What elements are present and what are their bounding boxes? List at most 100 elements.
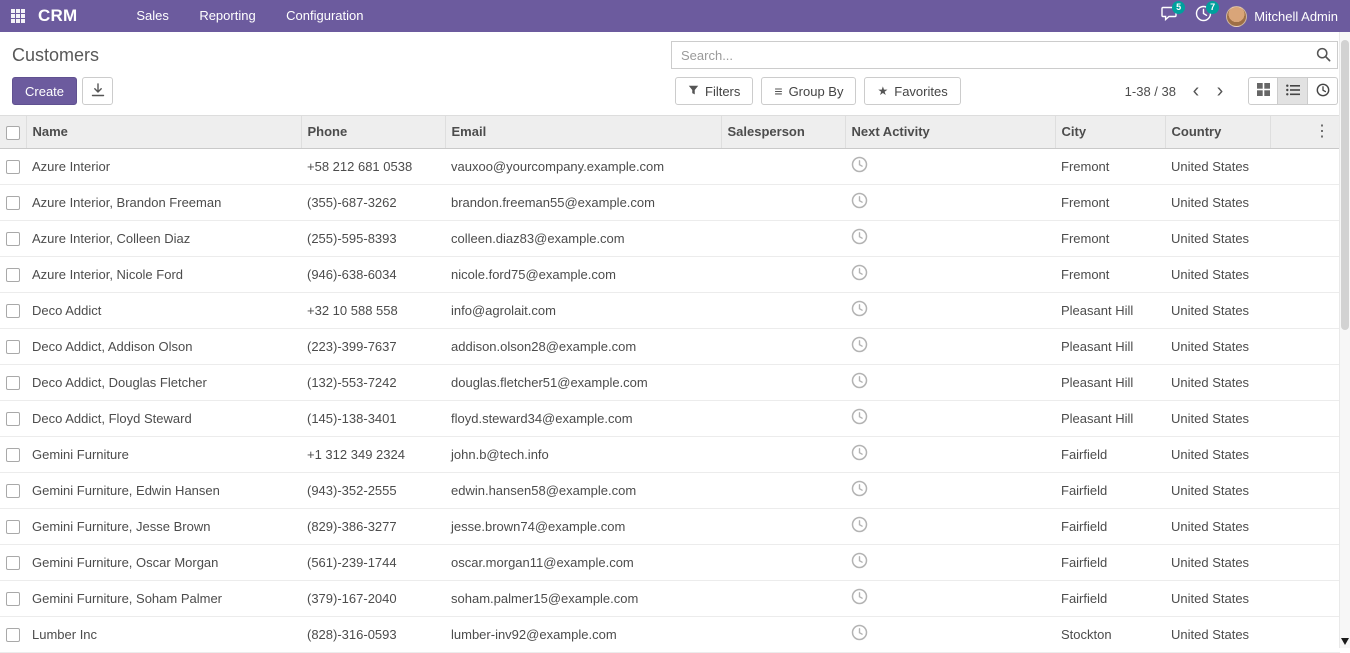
cell-filler bbox=[1270, 544, 1340, 580]
activities-button[interactable]: 7 bbox=[1190, 4, 1216, 28]
pager-previous-button[interactable]: ‹ bbox=[1184, 81, 1208, 101]
kanban-view-button[interactable] bbox=[1248, 77, 1278, 105]
table-row[interactable]: Deco Addict, Douglas Fletcher (132)-553-… bbox=[0, 364, 1340, 400]
activity-clock-icon[interactable] bbox=[851, 372, 868, 389]
scrollbar-thumb[interactable] bbox=[1341, 40, 1349, 330]
column-header-phone[interactable]: Phone bbox=[301, 116, 445, 148]
cell-next-activity bbox=[845, 616, 1055, 652]
optional-columns-toggle[interactable]: ⋮ bbox=[1310, 119, 1334, 145]
group-by-button[interactable]: ≡ Group By bbox=[761, 77, 856, 105]
column-header-email[interactable]: Email bbox=[445, 116, 721, 148]
activity-clock-icon[interactable] bbox=[851, 264, 868, 281]
cell-salesperson bbox=[721, 400, 845, 436]
table-row[interactable]: Deco Addict, Addison Olson (223)-399-763… bbox=[0, 328, 1340, 364]
scrollbar-down-arrow[interactable] bbox=[1341, 638, 1349, 645]
table-row[interactable]: Deco Addict +32 10 588 558 info@agrolait… bbox=[0, 292, 1340, 328]
cell-email: jesse.brown74@example.com bbox=[445, 508, 721, 544]
search-icon[interactable] bbox=[1316, 47, 1331, 67]
export-button[interactable] bbox=[82, 77, 113, 105]
user-menu[interactable]: Mitchell Admin bbox=[1224, 6, 1340, 27]
activity-clock-icon[interactable] bbox=[851, 228, 868, 245]
column-header-name[interactable]: Name bbox=[26, 116, 301, 148]
list-view-button[interactable] bbox=[1278, 77, 1308, 105]
table-row[interactable]: Gemini Furniture, Edwin Hansen (943)-352… bbox=[0, 472, 1340, 508]
activity-clock-icon[interactable] bbox=[851, 588, 868, 605]
favorites-button[interactable]: ★ Favorites bbox=[864, 77, 960, 105]
menu-reporting[interactable]: Reporting bbox=[186, 0, 268, 32]
table-row[interactable]: Gemini Furniture, Soham Palmer (379)-167… bbox=[0, 580, 1340, 616]
row-checkbox[interactable] bbox=[6, 160, 20, 174]
cell-city: Fairfield bbox=[1055, 472, 1165, 508]
row-checkbox[interactable] bbox=[6, 196, 20, 210]
column-header-country[interactable]: Country bbox=[1165, 116, 1270, 148]
customer-rows: Azure Interior +58 212 681 0538 vauxoo@y… bbox=[0, 148, 1340, 652]
table-row[interactable]: Azure Interior, Colleen Diaz (255)-595-8… bbox=[0, 220, 1340, 256]
table-row[interactable]: Azure Interior, Nicole Ford (946)-638-60… bbox=[0, 256, 1340, 292]
table-row[interactable]: Gemini Furniture, Jesse Brown (829)-386-… bbox=[0, 508, 1340, 544]
row-checkbox[interactable] bbox=[6, 232, 20, 246]
activity-view-button[interactable] bbox=[1308, 77, 1338, 105]
cell-name: Azure Interior, Nicole Ford bbox=[26, 256, 301, 292]
row-checkbox[interactable] bbox=[6, 268, 20, 282]
create-button[interactable]: Create bbox=[12, 77, 77, 105]
activity-clock-icon[interactable] bbox=[851, 516, 868, 533]
cell-phone: (379)-167-2040 bbox=[301, 580, 445, 616]
activity-clock-icon[interactable] bbox=[851, 624, 868, 641]
cell-filler bbox=[1270, 256, 1340, 292]
customer-list: Name Phone Email Salesperson Next Activi… bbox=[0, 115, 1350, 653]
messages-button[interactable]: 5 bbox=[1156, 4, 1182, 28]
cell-name: Gemini Furniture, Jesse Brown bbox=[26, 508, 301, 544]
table-row[interactable]: Gemini Furniture, Oscar Morgan (561)-239… bbox=[0, 544, 1340, 580]
activity-clock-icon[interactable] bbox=[851, 480, 868, 497]
search-options: Filters ≡ Group By ★ Favorites bbox=[675, 77, 961, 105]
activity-clock-icon[interactable] bbox=[851, 552, 868, 569]
table-row[interactable]: Lumber Inc (828)-316-0593 lumber-inv92@e… bbox=[0, 616, 1340, 652]
cell-phone: (255)-595-8393 bbox=[301, 220, 445, 256]
table-row[interactable]: Deco Addict, Floyd Steward (145)-138-340… bbox=[0, 400, 1340, 436]
row-checkbox[interactable] bbox=[6, 412, 20, 426]
row-checkbox[interactable] bbox=[6, 628, 20, 642]
table-row[interactable]: Azure Interior +58 212 681 0538 vauxoo@y… bbox=[0, 148, 1340, 184]
column-header-salesperson[interactable]: Salesperson bbox=[721, 116, 845, 148]
activity-clock-icon[interactable] bbox=[851, 336, 868, 353]
row-checkbox[interactable] bbox=[6, 448, 20, 462]
menu-configuration[interactable]: Configuration bbox=[273, 0, 376, 32]
pager-next-button[interactable]: › bbox=[1208, 81, 1232, 101]
cell-filler bbox=[1270, 580, 1340, 616]
cell-country: United States bbox=[1165, 616, 1270, 652]
row-checkbox[interactable] bbox=[6, 592, 20, 606]
cell-next-activity bbox=[845, 436, 1055, 472]
menu-sales[interactable]: Sales bbox=[123, 0, 182, 32]
cell-salesperson bbox=[721, 328, 845, 364]
row-checkbox[interactable] bbox=[6, 520, 20, 534]
filters-button[interactable]: Filters bbox=[675, 77, 753, 105]
search-input[interactable] bbox=[671, 41, 1338, 69]
activity-clock-icon[interactable] bbox=[851, 192, 868, 209]
column-header-city[interactable]: City bbox=[1055, 116, 1165, 148]
cell-phone: +32 10 588 558 bbox=[301, 292, 445, 328]
activity-clock-icon[interactable] bbox=[851, 408, 868, 425]
activity-clock-icon[interactable] bbox=[851, 156, 868, 173]
cell-next-activity bbox=[845, 220, 1055, 256]
app-name[interactable]: CRM bbox=[38, 6, 77, 26]
row-checkbox[interactable] bbox=[6, 556, 20, 570]
row-checkbox[interactable] bbox=[6, 484, 20, 498]
cell-salesperson bbox=[721, 436, 845, 472]
activity-clock-icon[interactable] bbox=[851, 300, 868, 317]
row-checkbox[interactable] bbox=[6, 304, 20, 318]
table-row[interactable]: Azure Interior, Brandon Freeman (355)-68… bbox=[0, 184, 1340, 220]
cell-next-activity bbox=[845, 256, 1055, 292]
activity-clock-icon[interactable] bbox=[851, 444, 868, 461]
apps-menu-icon[interactable] bbox=[11, 9, 26, 24]
table-row[interactable]: Gemini Furniture +1 312 349 2324 john.b@… bbox=[0, 436, 1340, 472]
messages-badge: 5 bbox=[1172, 1, 1185, 14]
cell-email: colleen.diaz83@example.com bbox=[445, 220, 721, 256]
group-by-label: Group By bbox=[789, 84, 844, 99]
cell-next-activity bbox=[845, 184, 1055, 220]
select-all-checkbox[interactable] bbox=[6, 126, 20, 140]
cell-filler bbox=[1270, 508, 1340, 544]
row-checkbox[interactable] bbox=[6, 340, 20, 354]
column-header-next-activity[interactable]: Next Activity bbox=[845, 116, 1055, 148]
vertical-scrollbar[interactable] bbox=[1339, 32, 1350, 648]
row-checkbox[interactable] bbox=[6, 376, 20, 390]
